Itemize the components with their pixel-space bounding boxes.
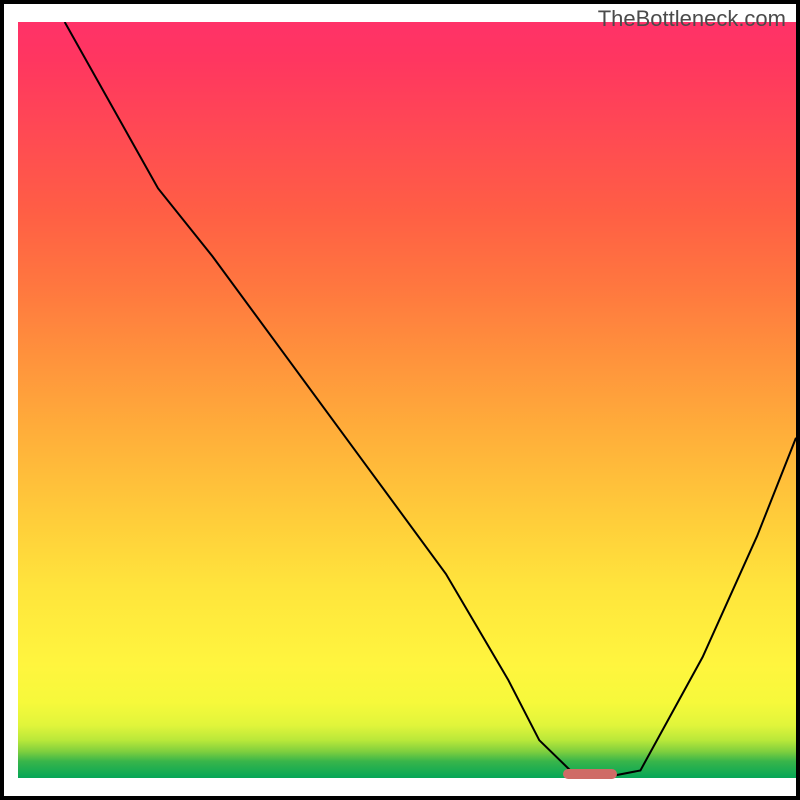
optimal-range-marker — [563, 769, 617, 779]
watermark-text: TheBottleneck.com — [598, 6, 786, 32]
chart-svg — [18, 22, 796, 778]
chart-frame: TheBottleneck.com — [0, 0, 800, 800]
bottleneck-curve-path — [65, 22, 796, 778]
